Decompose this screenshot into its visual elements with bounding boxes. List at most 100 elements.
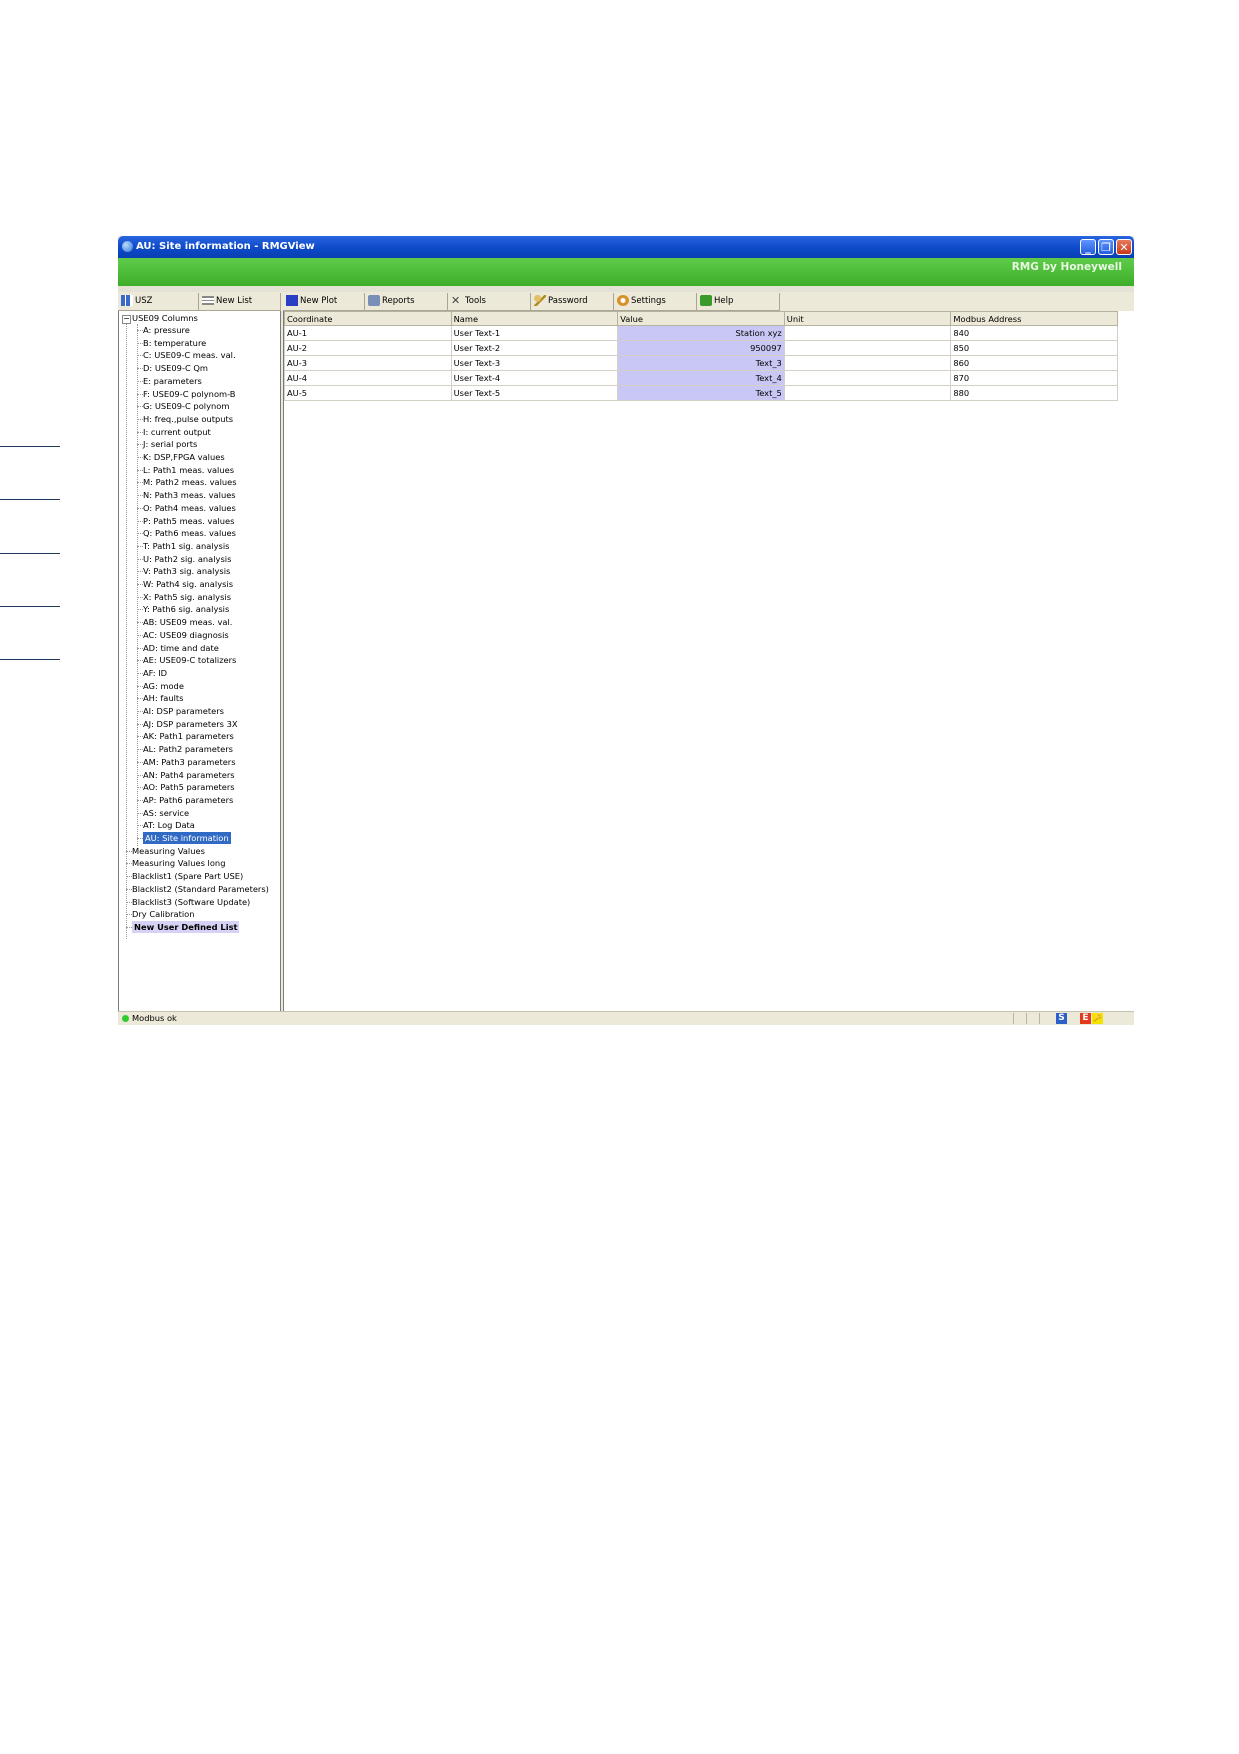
table-row[interactable]: AU-5 User Text-5 Text_5 880 (284, 385, 1118, 401)
tree-item[interactable]: AL: Path2 parameters (143, 743, 233, 755)
tree-item[interactable]: O: Path4 meas. values (143, 502, 236, 514)
tree-item[interactable]: AC: USE09 diagnosis (143, 629, 229, 641)
cell-name[interactable]: User Text-5 (450, 385, 619, 401)
cell-value[interactable]: 950097 (617, 340, 785, 356)
minimize-button[interactable]: _ (1080, 239, 1096, 255)
tree-item[interactable]: Blacklist1 (Spare Part USE) (132, 870, 243, 882)
cell-name[interactable]: User Text-2 (450, 340, 619, 356)
tree-item[interactable]: AN: Path4 parameters (143, 769, 235, 781)
tree-item[interactable]: G: USE09-C polynom (143, 400, 229, 412)
cell-unit[interactable] (783, 355, 952, 371)
tree-item[interactable]: H: freq.,pulse outputs (143, 413, 233, 425)
close-button[interactable]: ✕ (1116, 239, 1132, 255)
tree-item[interactable]: V: Path3 sig. analysis (143, 565, 230, 577)
tree-item[interactable]: I: current output (143, 426, 211, 438)
usz-button[interactable]: USZ (118, 293, 199, 311)
tree-item[interactable]: C: USE09-C meas. val. (143, 349, 236, 361)
new-plot-button[interactable]: New Plot (283, 293, 365, 311)
tree-item[interactable]: AM: Path3 parameters (143, 756, 236, 768)
help-button[interactable]: Help (697, 293, 780, 311)
tree-item[interactable]: A: pressure (143, 324, 190, 336)
tree-item[interactable]: AB: USE09 meas. val. (143, 616, 232, 628)
tree-item[interactable]: AG: mode (143, 680, 184, 692)
tree-item[interactable]: P: Path5 meas. values (143, 515, 234, 527)
table-row[interactable]: AU-1 User Text-1 Station xyz 840 (284, 325, 1118, 341)
tree-item[interactable]: AU: Site information (143, 832, 231, 844)
tree-item[interactable]: Q: Path6 meas. values (143, 527, 236, 539)
cell-value[interactable]: Text_3 (617, 355, 785, 371)
tree-item[interactable]: AT: Log Data (143, 819, 195, 831)
cell-modbus-address[interactable]: 850 (950, 340, 1118, 356)
tree-item[interactable]: Blacklist3 (Software Update) (132, 896, 250, 908)
tree-item[interactable]: New User Defined List (132, 920, 240, 933)
password-button[interactable]: Password (531, 293, 614, 311)
cell-coordinate[interactable]: AU-1 (284, 325, 452, 341)
cell-coordinate[interactable]: AU-4 (284, 370, 452, 386)
tree-root[interactable]: USE09 Columns (132, 312, 198, 324)
cell-modbus-address[interactable]: 880 (950, 385, 1118, 401)
tree-item[interactable]: M: Path2 meas. values (143, 476, 237, 488)
tree-item[interactable]: E: parameters (143, 375, 202, 387)
tree-item[interactable]: B: temperature (143, 337, 206, 349)
tree-item[interactable]: AJ: DSP parameters 3X (143, 718, 238, 730)
cell-coordinate[interactable]: AU-3 (284, 355, 452, 371)
cell-unit[interactable] (783, 340, 952, 356)
tree-item[interactable]: J: serial ports (143, 438, 197, 450)
data-grid-pane[interactable]: Coordinate Name Value Unit Modbus Addres… (283, 311, 1134, 1011)
cell-name[interactable]: User Text-4 (450, 370, 619, 386)
tree-item[interactable]: W: Path4 sig. analysis (143, 578, 233, 590)
cell-unit[interactable] (783, 370, 952, 386)
column-header-value[interactable]: Value (617, 311, 785, 326)
tree-item[interactable]: AE: USE09-C totalizers (143, 654, 236, 666)
cell-modbus-address[interactable]: 840 (950, 325, 1118, 341)
cell-value[interactable]: Text_4 (617, 370, 785, 386)
tree-item[interactable]: AK: Path1 parameters (143, 730, 234, 742)
tree-item[interactable]: Measuring Values long (132, 857, 225, 869)
cell-modbus-address[interactable]: 870 (950, 370, 1118, 386)
tree-item[interactable]: AI: DSP parameters (143, 705, 224, 717)
cell-value[interactable]: Text_5 (617, 385, 785, 401)
cell-name[interactable]: User Text-3 (450, 355, 619, 371)
table-row[interactable]: AU-3 User Text-3 Text_3 860 (284, 355, 1118, 371)
reports-button[interactable]: Reports (365, 293, 448, 311)
cell-modbus-address[interactable]: 860 (950, 355, 1118, 371)
tree-item[interactable]: T: Path1 sig. analysis (143, 540, 230, 552)
tree-item[interactable]: Y: Path6 sig. analysis (143, 603, 229, 615)
tree-item[interactable]: AS: service (143, 807, 189, 819)
tree-item[interactable]: AD: time and date (143, 642, 219, 654)
cell-coordinate[interactable]: AU-2 (284, 340, 452, 356)
tree-item[interactable]: Blacklist2 (Standard Parameters) (132, 883, 269, 895)
navigation-tree[interactable]: − USE09 Columns A: pressure B: temperatur… (118, 311, 281, 1011)
settings-button[interactable]: Settings (614, 293, 697, 311)
restore-button[interactable]: ❐ (1098, 239, 1114, 255)
column-header-modbus-address[interactable]: Modbus Address (950, 311, 1118, 326)
window-title: AU: Site information - RMGView (136, 241, 315, 252)
column-header-coordinate[interactable]: Coordinate (284, 311, 452, 326)
tree-item[interactable]: D: USE09-C Qm (143, 362, 208, 374)
cell-unit[interactable] (783, 325, 952, 341)
collapse-icon[interactable]: − (122, 315, 131, 324)
cell-coordinate[interactable]: AU-5 (284, 385, 452, 401)
tree-item[interactable]: AP: Path6 parameters (143, 794, 233, 806)
cell-name[interactable]: User Text-1 (450, 325, 619, 341)
new-list-button[interactable]: New List (199, 293, 281, 311)
tree-item[interactable]: K: DSP,FPGA values (143, 451, 225, 463)
tree-item[interactable]: AO: Path5 parameters (143, 781, 235, 793)
tree-item[interactable]: AH: faults (143, 692, 184, 704)
column-header-unit[interactable]: Unit (783, 311, 952, 326)
cell-unit[interactable] (783, 385, 952, 401)
tree-item[interactable]: F: USE09-C polynom-B (143, 388, 236, 400)
title-bar[interactable]: AU: Site information - RMGView _ ❐ ✕ (118, 236, 1134, 258)
tree-item[interactable]: Measuring Values (132, 845, 205, 857)
table-row[interactable]: AU-2 User Text-2 950097 850 (284, 340, 1118, 356)
tools-button[interactable]: ✕ Tools (448, 293, 531, 311)
tree-item[interactable]: AF: ID (143, 667, 167, 679)
tree-item[interactable]: U: Path2 sig. analysis (143, 553, 231, 565)
column-header-name[interactable]: Name (450, 311, 619, 326)
tree-item[interactable]: X: Path5 sig. analysis (143, 591, 231, 603)
cell-value[interactable]: Station xyz (617, 325, 785, 341)
tree-item[interactable]: N: Path3 meas. values (143, 489, 236, 501)
tree-item[interactable]: Dry Calibration (132, 908, 195, 920)
tree-item[interactable]: L: Path1 meas. values (143, 464, 234, 476)
table-row[interactable]: AU-4 User Text-4 Text_4 870 (284, 370, 1118, 386)
